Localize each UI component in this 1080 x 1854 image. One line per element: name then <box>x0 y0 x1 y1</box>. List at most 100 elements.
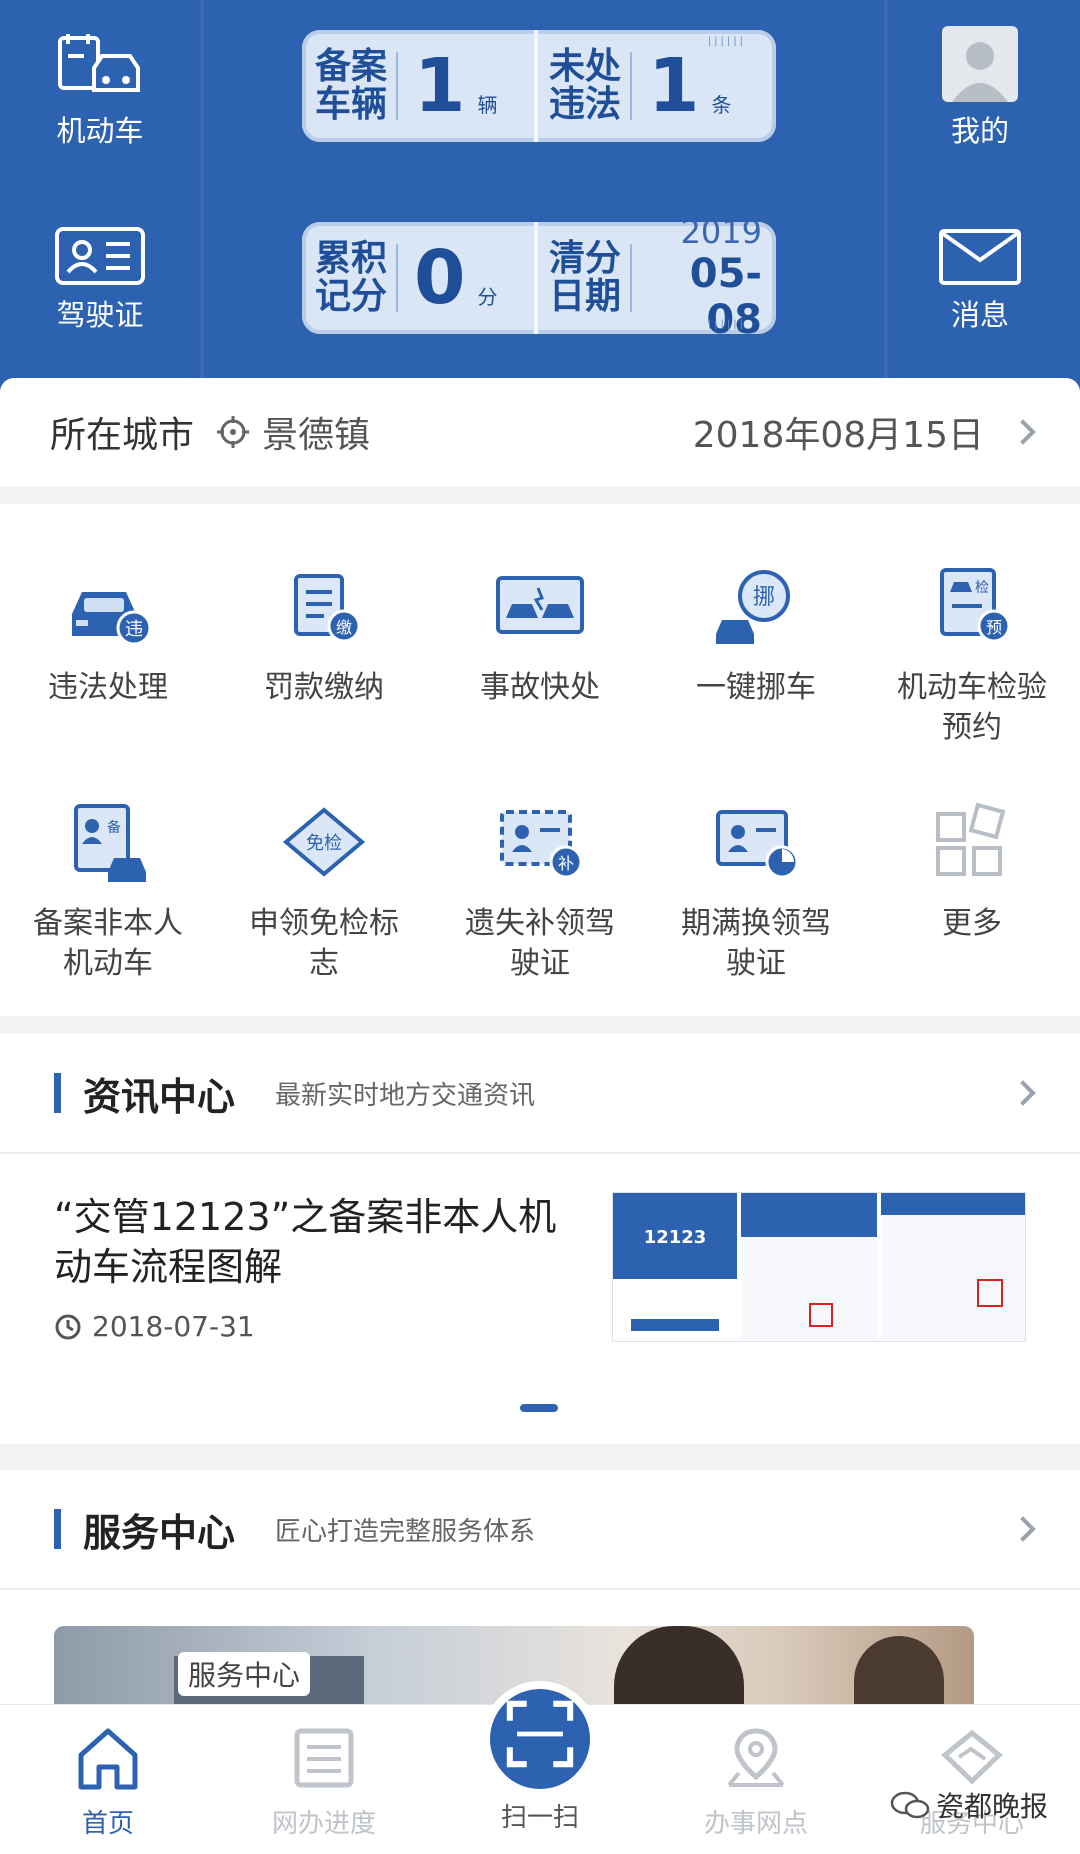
service-accident[interactable]: 事故快处 <box>432 558 648 708</box>
service-label: 事故快处 <box>480 670 600 705</box>
chevron-right-icon <box>1010 419 1036 445</box>
registered-label: 备案车辆 <box>314 46 387 125</box>
svg-text:缴: 缴 <box>336 618 352 637</box>
me-label: 我的 <box>950 114 1009 148</box>
service-center-section: 服务中心 匠心打造完整服务体系 服务中心 <box>0 1470 1080 1710</box>
violations-count: 1 <box>648 43 700 129</box>
home-icon <box>78 1728 138 1790</box>
service-non-owner-vehicle[interactable]: 备 备案非本人机动车 <box>0 794 216 984</box>
license-entry[interactable]: 驾驶证 <box>0 226 200 334</box>
banner-tag: 服务中心 <box>178 1652 311 1696</box>
service-license-replace[interactable]: 补 遗失补领驾驶证 <box>432 794 648 984</box>
chevron-right-icon <box>1010 1080 1036 1106</box>
section-marker <box>54 1509 61 1549</box>
accident-icon <box>496 576 584 634</box>
city-location[interactable]: 景德镇 <box>216 406 370 458</box>
svg-text:备: 备 <box>107 819 121 836</box>
service-label: 罚款缴纳 <box>264 670 384 705</box>
watermark: 瓷都晚报 <box>890 1785 1048 1825</box>
article-thumbnail[interactable]: 12123 <box>612 1192 1026 1342</box>
vehicle-doc-icon <box>58 34 140 92</box>
registered-unit: 辆 <box>477 92 498 117</box>
service-fine-payment[interactable]: 缴 罚款缴纳 <box>216 558 432 708</box>
vehicle-entry[interactable]: 机动车 <box>0 30 200 150</box>
location-icon <box>727 1728 785 1787</box>
vehicle-stats-panel[interactable]: 备案车辆 1 辆 未处违法 1 条 |||||| <box>302 30 776 142</box>
service-handshake-icon <box>941 1729 1003 1785</box>
license-label: 驾驶证 <box>56 298 144 332</box>
more-icon <box>936 802 1006 876</box>
service-center-header[interactable]: 服务中心 匠心打造完整服务体系 <box>0 1470 1080 1590</box>
news-header[interactable]: 资讯中心 最新实时地方交通资讯 <box>0 1034 1080 1154</box>
nav-scan[interactable]: 扫一扫 <box>432 1689 648 1834</box>
message-entry[interactable]: 消息 <box>880 228 1080 334</box>
app-screen: 机动车 驾驶证 我的 消息 备案车辆 1 辆 未处违法 1 条 |||||| 累… <box>0 0 1080 1854</box>
service-center-title: 服务中心 <box>83 1510 236 1555</box>
license-replace-icon: 补 <box>500 810 583 879</box>
news-article[interactable]: “交管12123”之备案非本人机动车流程图解 2018-07-31 <box>54 1192 574 1343</box>
nav-home[interactable]: 首页 <box>0 1723 216 1840</box>
service-label: 更多 <box>942 906 1002 941</box>
points-label: 累积记分 <box>314 238 387 317</box>
vehicle-label: 机动车 <box>56 114 144 148</box>
non-owner-vehicle-icon: 备 <box>74 804 146 882</box>
service-label: 期满换领驾驶证 <box>681 906 831 981</box>
city-label: 所在城市 <box>50 415 195 456</box>
nav-progress[interactable]: 网办进度 <box>216 1723 432 1840</box>
svg-text:挪: 挪 <box>753 585 775 610</box>
clear-year: 2019 <box>680 222 762 251</box>
avatar-icon <box>942 26 1018 102</box>
service-label: 申领免检标志 <box>249 906 399 981</box>
license-stats-panel[interactable]: 累积记分 0 分 清分日期 2019 05-08 |||||| <box>302 222 776 334</box>
svg-text:违: 违 <box>125 619 143 640</box>
clear-date-label: 清分日期 <box>548 238 621 317</box>
nav-location[interactable]: 办事网点 <box>648 1723 864 1840</box>
profile-entry[interactable]: 我的 <box>880 26 1080 150</box>
thumb-brand: 12123 <box>643 1227 707 1248</box>
svg-text:补: 补 <box>558 854 574 873</box>
wechat-icon <box>890 1791 930 1819</box>
news-title: 资讯中心 <box>83 1074 236 1119</box>
mail-icon <box>939 229 1021 285</box>
move-car-icon: 挪 <box>716 570 790 644</box>
city-bar[interactable]: 所在城市 景德镇 2018年08月15日 <box>0 378 1080 486</box>
service-exempt-sign[interactable]: 免检 申领免检标志 <box>216 794 432 984</box>
clear-date-stat[interactable]: 清分日期 2019 05-08 <box>546 222 762 334</box>
header-panel: 机动车 驾驶证 我的 消息 备案车辆 1 辆 未处违法 1 条 |||||| 累… <box>0 0 1080 400</box>
car-violation-icon: 违 <box>72 592 152 646</box>
scan-icon <box>506 1700 574 1768</box>
carousel-indicator <box>520 1404 558 1412</box>
violations-stat[interactable]: 未处违法 1 条 <box>546 30 732 142</box>
service-inspection[interactable]: 检 预 机动车检验预约 <box>864 558 1080 748</box>
service-label: 备案非本人机动车 <box>33 906 183 981</box>
article-title: “交管12123”之备案非本人机动车流程图解 <box>54 1195 557 1289</box>
service-license-renew[interactable]: 期满换领驾驶证 <box>648 794 864 984</box>
bottom-nav: 首页 网办进度 扫一扫 办事网点 服务中心 瓷都晚报 <box>0 1689 1080 1854</box>
nav-label: 首页 <box>81 1809 134 1839</box>
news-section: 资讯中心 最新实时地方交通资讯 “交管12123”之备案非本人机动车流程图解 2… <box>0 1034 1080 1444</box>
progress-icon <box>294 1728 354 1788</box>
nav-label: 网办进度 <box>271 1809 376 1839</box>
service-move-car[interactable]: 挪 一键挪车 <box>648 558 864 708</box>
service-violation[interactable]: 违 违法处理 <box>0 558 216 708</box>
news-subtitle: 最新实时地方交通资讯 <box>275 1080 536 1111</box>
clock-icon <box>55 1314 81 1339</box>
fine-payment-icon: 缴 <box>294 574 361 643</box>
exempt-sign-icon: 免检 <box>282 807 366 877</box>
inspection-booking-icon: 检 预 <box>940 568 1011 643</box>
service-grid: 违 违法处理 缴 罚款缴纳 事故快处 挪 一键挪车 检 预 机动车检验预约 备 … <box>0 504 1080 1016</box>
service-more[interactable]: 更多 <box>864 794 1080 944</box>
watermark-text: 瓷都晚报 <box>936 1790 1049 1823</box>
license-renew-icon <box>716 810 799 879</box>
chevron-right-icon <box>1010 1516 1036 1542</box>
points-value: 0 <box>414 235 466 321</box>
message-label: 消息 <box>950 298 1009 332</box>
license-card-icon <box>55 227 145 285</box>
registered-vehicles-stat[interactable]: 备案车辆 1 辆 <box>312 30 498 142</box>
points-unit: 分 <box>477 284 498 309</box>
locate-icon <box>217 416 250 448</box>
service-center-subtitle: 匠心打造完整服务体系 <box>275 1516 536 1547</box>
points-stat[interactable]: 累积记分 0 分 <box>312 222 498 334</box>
service-label: 一键挪车 <box>696 670 816 705</box>
city-date: 2018年08月15日 <box>692 415 984 456</box>
